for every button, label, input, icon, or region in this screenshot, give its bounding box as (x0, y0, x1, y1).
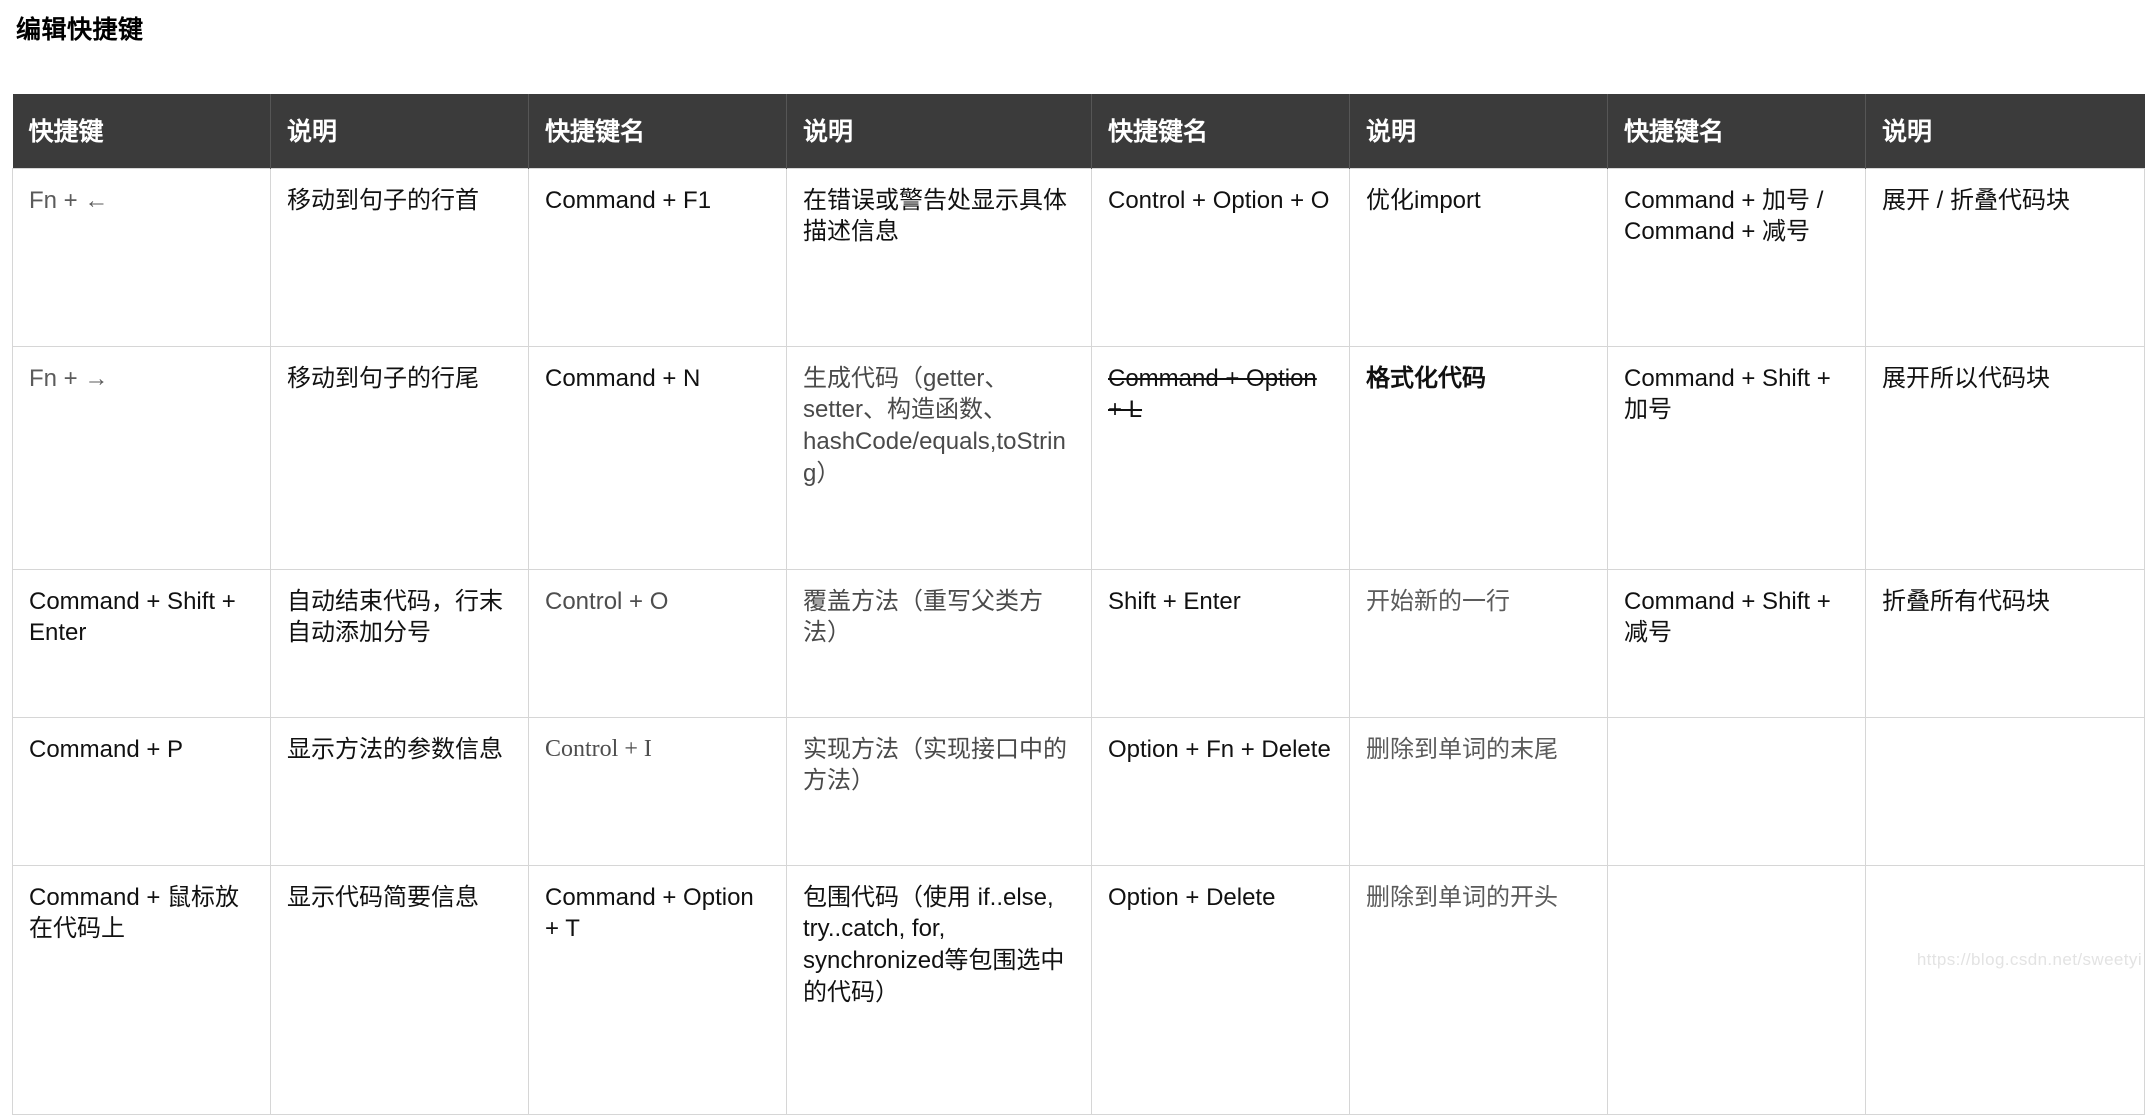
cell-shortcut-2: Control + I (528, 716, 787, 866)
cell-shortcut-2: Command + N (528, 345, 787, 570)
cell-desc-3: 开始新的一行 (1349, 568, 1608, 718)
column-header-shortcut-1: 快捷键 (12, 93, 271, 168)
cell-shortcut-1: Fn + → (12, 345, 271, 570)
cell-desc-3: 删除到单词的末尾 (1349, 716, 1608, 866)
cell-desc-4: 展开所以代码块 (1865, 345, 2145, 570)
cell-desc-4: 展开 / 折叠代码块 (1865, 167, 2145, 347)
cell-shortcut-4 (1607, 864, 1866, 1115)
cell-shortcut-3: Control + Option + O (1091, 167, 1350, 347)
cell-desc-4: 折叠所有代码块 (1865, 568, 2145, 718)
table-row: Command + 鼠标放在代码上 显示代码简要信息 Command + Opt… (12, 864, 2145, 1115)
cell-desc-2: 实现方法（实现接口中的方法） (786, 716, 1092, 866)
cell-shortcut-4: Command + Shift + 减号 (1607, 568, 1866, 718)
cell-desc-1: 移动到句子的行首 (270, 167, 529, 347)
cell-desc-1: 显示方法的参数信息 (270, 716, 529, 866)
column-header-desc-3: 说明 (1349, 93, 1608, 168)
shortcut-table: 快捷键 说明 快捷键名 说明 快捷键名 说明 快捷键名 说明 Fn + ← 移动… (12, 93, 2145, 1115)
cell-shortcut-1: Command + P (12, 716, 271, 866)
column-header-desc-2: 说明 (786, 93, 1092, 168)
cell-shortcut-4: Command + Shift + 加号 (1607, 345, 1866, 570)
table-row: Command + P 显示方法的参数信息 Control + I 实现方法（实… (12, 716, 2145, 866)
cell-shortcut-1: Fn + ← (12, 167, 271, 347)
header-row: 快捷键 说明 快捷键名 说明 快捷键名 说明 快捷键名 说明 (12, 93, 2145, 168)
cell-desc-1: 移动到句子的行尾 (270, 345, 529, 570)
cell-desc-1: 显示代码简要信息 (270, 864, 529, 1115)
cell-desc-3: 格式化代码 (1349, 345, 1608, 570)
shortcut-reference-page: 编辑快捷键 快捷键 说明 快捷键名 说明 快捷键名 说明 快捷键名 说明 Fn … (0, 14, 2156, 1115)
table-row: Command + Shift + Enter 自动结束代码，行末自动添加分号 … (12, 568, 2145, 718)
table-body: Fn + ← 移动到句子的行首 Command + F1 在错误或警告处显示具体… (12, 167, 2145, 1115)
cell-shortcut-2: Command + Option + T (528, 864, 787, 1115)
cell-shortcut-1: Command + 鼠标放在代码上 (12, 864, 271, 1115)
column-header-shortcut-3: 快捷键名 (1091, 93, 1350, 168)
cell-desc-2: 在错误或警告处显示具体描述信息 (786, 167, 1092, 347)
cell-shortcut-3: Option + Delete (1091, 864, 1350, 1115)
table-header: 快捷键 说明 快捷键名 说明 快捷键名 说明 快捷键名 说明 (12, 93, 2145, 168)
cell-shortcut-2: Control + O (528, 568, 787, 718)
column-header-shortcut-4: 快捷键名 (1607, 93, 1866, 168)
page-title: 编辑快捷键 (16, 16, 144, 44)
cell-shortcut-4: Command + 加号 / Command + 减号 (1607, 167, 1866, 347)
cell-desc-1: 自动结束代码，行末自动添加分号 (270, 568, 529, 718)
cell-desc-2: 包围代码（使用 if..else, try..catch, for, synch… (786, 864, 1092, 1115)
cell-desc-2: 覆盖方法（重写父类方法） (786, 568, 1092, 718)
cell-shortcut-4 (1607, 716, 1866, 866)
cell-shortcut-1: Command + Shift + Enter (12, 568, 271, 718)
cell-shortcut-2: Command + F1 (528, 167, 787, 347)
shortcut-table-container: 快捷键 说明 快捷键名 说明 快捷键名 说明 快捷键名 说明 Fn + ← 移动… (12, 93, 2145, 1115)
cell-desc-3: 删除到单词的开头 (1349, 864, 1608, 1115)
column-header-shortcut-2: 快捷键名 (528, 93, 787, 168)
cell-desc-3: 优化import (1349, 167, 1608, 347)
cell-shortcut-3: Option + Fn + Delete (1091, 716, 1350, 866)
cell-shortcut-3-deprecated: Command + Option + L (1091, 345, 1350, 570)
column-header-desc-4: 说明 (1865, 93, 2145, 168)
table-row: Fn + ← 移动到句子的行首 Command + F1 在错误或警告处显示具体… (12, 167, 2145, 347)
cell-shortcut-3: Shift + Enter (1091, 568, 1350, 718)
column-header-desc-1: 说明 (270, 93, 529, 168)
cell-desc-4 (1865, 716, 2145, 866)
cell-desc-2: 生成代码（getter、setter、构造函数、hashCode/equals,… (786, 345, 1092, 570)
cell-desc-4 (1865, 864, 2145, 1115)
table-row: Fn + → 移动到句子的行尾 Command + N 生成代码（getter、… (12, 345, 2145, 570)
